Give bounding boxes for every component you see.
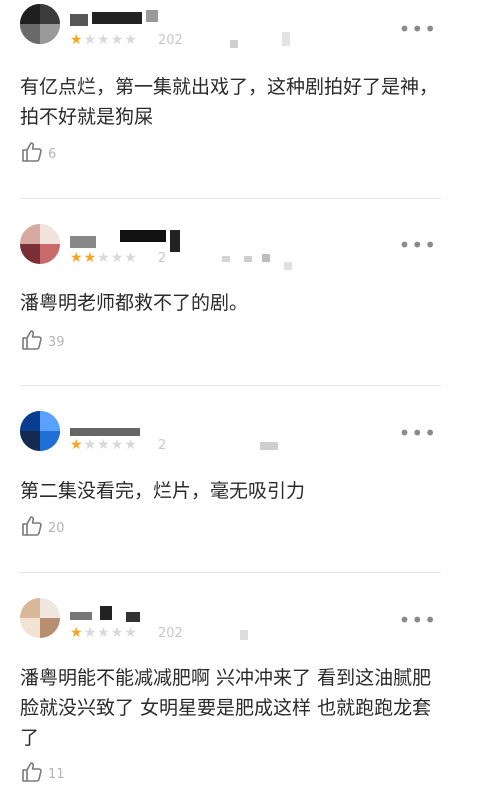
date-redacted [244,256,252,262]
rating-stars: ★ ★ ★ ★ ★ [70,626,137,640]
divider [20,385,441,386]
avatar[interactable] [20,411,60,451]
like-count: 11 [48,766,65,782]
star-filled-icon: ★ [70,32,83,48]
star-empty-icon: ★ [124,625,137,641]
date-redacted [240,630,248,640]
star-empty-icon: ★ [124,250,137,266]
star-empty-icon: ★ [83,32,97,48]
star-empty-icon: ★ [110,437,124,453]
divider [20,198,441,199]
like-button[interactable]: 20 [20,514,65,542]
date-redacted [260,442,278,450]
star-empty-icon: ★ [110,32,124,48]
like-count: 6 [48,146,57,162]
star-empty-icon: ★ [110,625,124,641]
review-date: 202 [158,626,183,641]
review-text: 有亿点烂，第一集就出戏了，这种剧拍好了是神，拍不好就是狗屎 [20,76,439,128]
star-filled-icon: ★ [70,437,83,453]
rating-stars: ★ ★ ★ ★ ★ [70,438,137,452]
star-empty-icon: ★ [97,32,110,48]
thumbs-up-icon [20,140,44,168]
avatar[interactable] [20,224,60,264]
more-dots-icon[interactable]: ••• [399,19,437,39]
review-text: 潘粤明能不能减减肥啊 兴冲冲来了 看到这油腻肥脸就没兴致了 女明星要是肥成这样 … [20,667,432,749]
rating-stars: ★ ★ ★ ★ ★ [70,33,137,47]
date-redacted [282,32,290,46]
review-date: 2 [158,251,167,266]
star-empty-icon: ★ [97,250,110,266]
date-redacted [262,254,270,262]
like-button[interactable]: 6 [20,140,56,168]
avatar[interactable] [20,598,60,638]
more-dots-icon[interactable]: ••• [399,610,437,630]
rating-stars: ★ ★ ★ ★ ★ [70,251,137,265]
star-empty-icon: ★ [110,250,124,266]
thumbs-up-icon [20,328,44,356]
date-redacted [284,262,292,270]
star-filled-icon: ★ [70,625,83,641]
like-count: 39 [48,334,65,350]
review-date: 202 [158,33,183,48]
star-empty-icon: ★ [83,437,97,453]
like-button[interactable]: 11 [20,760,65,788]
date-redacted [222,256,230,262]
more-dots-icon[interactable]: ••• [399,235,437,255]
star-empty-icon: ★ [97,625,110,641]
star-empty-icon: ★ [83,625,97,641]
star-filled-icon: ★ [83,250,97,266]
star-empty-icon: ★ [97,437,110,453]
review-text: 第二集没看完，烂片，毫无吸引力 [20,480,306,502]
thumbs-up-icon [20,514,44,542]
more-dots-icon[interactable]: ••• [399,423,437,443]
star-filled-icon: ★ [70,250,83,266]
star-empty-icon: ★ [124,437,137,453]
avatar[interactable] [20,4,60,44]
thumbs-up-icon [20,760,44,788]
review-date: 2 [158,438,167,453]
star-empty-icon: ★ [124,32,137,48]
date-redacted [230,40,238,48]
review-text: 潘粤明老师都救不了的剧。 [20,292,249,314]
divider [20,572,441,573]
like-button[interactable]: 39 [20,328,65,356]
like-count: 20 [48,520,65,536]
